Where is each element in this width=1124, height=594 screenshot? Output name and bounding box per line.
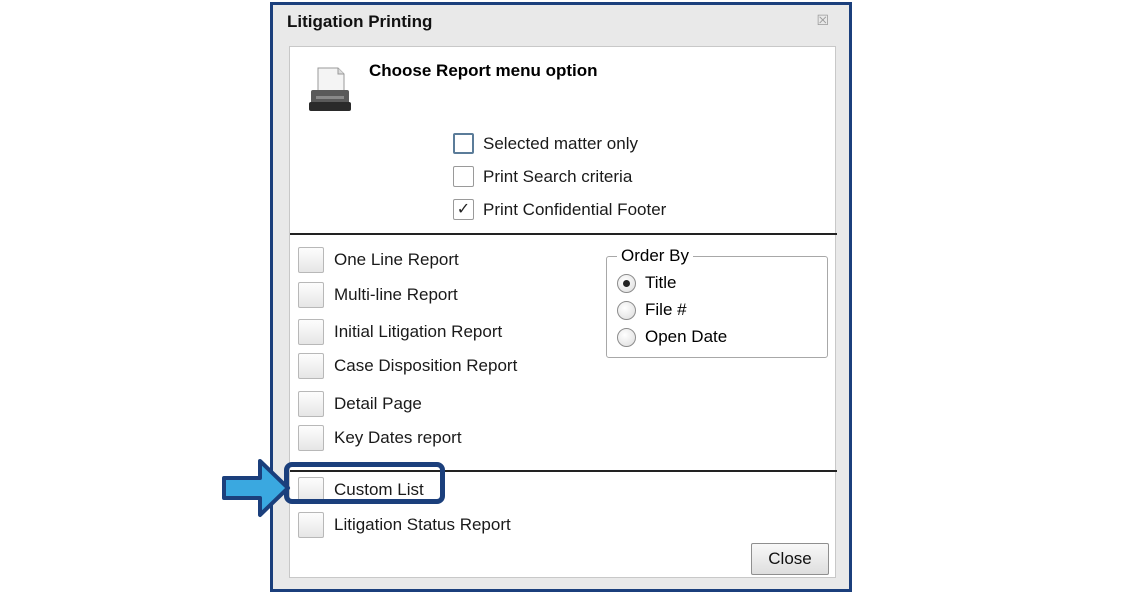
dialog-title: Litigation Printing [287,12,433,31]
option-print-confidential-footer[interactable]: ✓ Print Confidential Footer [453,199,666,220]
report-checkbox[interactable] [298,425,324,451]
report-menu-heading: Choose Report menu option [369,61,598,80]
printer-icon [309,67,351,111]
report-one-line[interactable]: One Line Report [298,247,459,273]
option-label: Print Search criteria [483,166,633,186]
report-label: Case Disposition Report [334,356,518,375]
close-icon[interactable]: ☒ [816,13,829,27]
report-label: Key Dates report [334,428,462,447]
report-label: Initial Litigation Report [334,322,503,341]
order-by-open-date[interactable]: Open Date [617,327,727,347]
selected-matter-checkbox[interactable] [453,133,474,154]
report-label: One Line Report [334,250,459,269]
close-button[interactable]: Close [751,543,829,575]
order-by-group: Order By Title File # Open Date [606,246,828,358]
radio-label: Title [645,273,677,292]
report-label: Litigation Status Report [334,515,511,534]
order-by-file-number[interactable]: File # [617,300,687,320]
radio-label: File # [645,300,687,319]
report-initial-litigation[interactable]: Initial Litigation Report [298,319,502,345]
report-case-disposition[interactable]: Case Disposition Report [298,353,517,379]
report-detail-page[interactable]: Detail Page [298,391,422,417]
radio-selected-dot [623,279,630,287]
report-label: Detail Page [334,394,422,413]
report-checkbox[interactable] [298,353,324,379]
report-checkbox[interactable] [298,391,324,417]
custom-list-highlight-box [284,462,445,504]
print-search-criteria-checkbox[interactable] [453,166,474,187]
radio-button[interactable] [617,300,636,320]
title-bar: Litigation Printing ☒ [273,5,849,41]
report-checkbox[interactable] [298,282,324,308]
option-print-search-criteria[interactable]: Print Search criteria [453,166,632,187]
divider [290,233,837,235]
report-checkbox[interactable] [298,247,324,273]
pointer-arrow-icon [222,459,290,517]
radio-label: Open Date [645,327,728,346]
report-multi-line[interactable]: Multi-line Report [298,282,458,308]
print-confidential-footer-checkbox[interactable]: ✓ [453,199,474,220]
radio-button[interactable] [617,273,636,293]
radio-button[interactable] [617,327,636,347]
check-mark-icon: ✓ [456,200,471,218]
order-by-legend: Order By [617,246,694,266]
option-label: Print Confidential Footer [483,199,667,219]
option-label: Selected matter only [483,133,638,153]
order-by-title[interactable]: Title [617,273,677,293]
option-selected-matter[interactable]: Selected matter only [453,133,638,154]
report-checkbox[interactable] [298,512,324,538]
report-label: Multi-line Report [334,285,458,304]
report-litigation-status[interactable]: Litigation Status Report [298,512,511,538]
report-checkbox[interactable] [298,319,324,345]
report-key-dates[interactable]: Key Dates report [298,425,462,451]
